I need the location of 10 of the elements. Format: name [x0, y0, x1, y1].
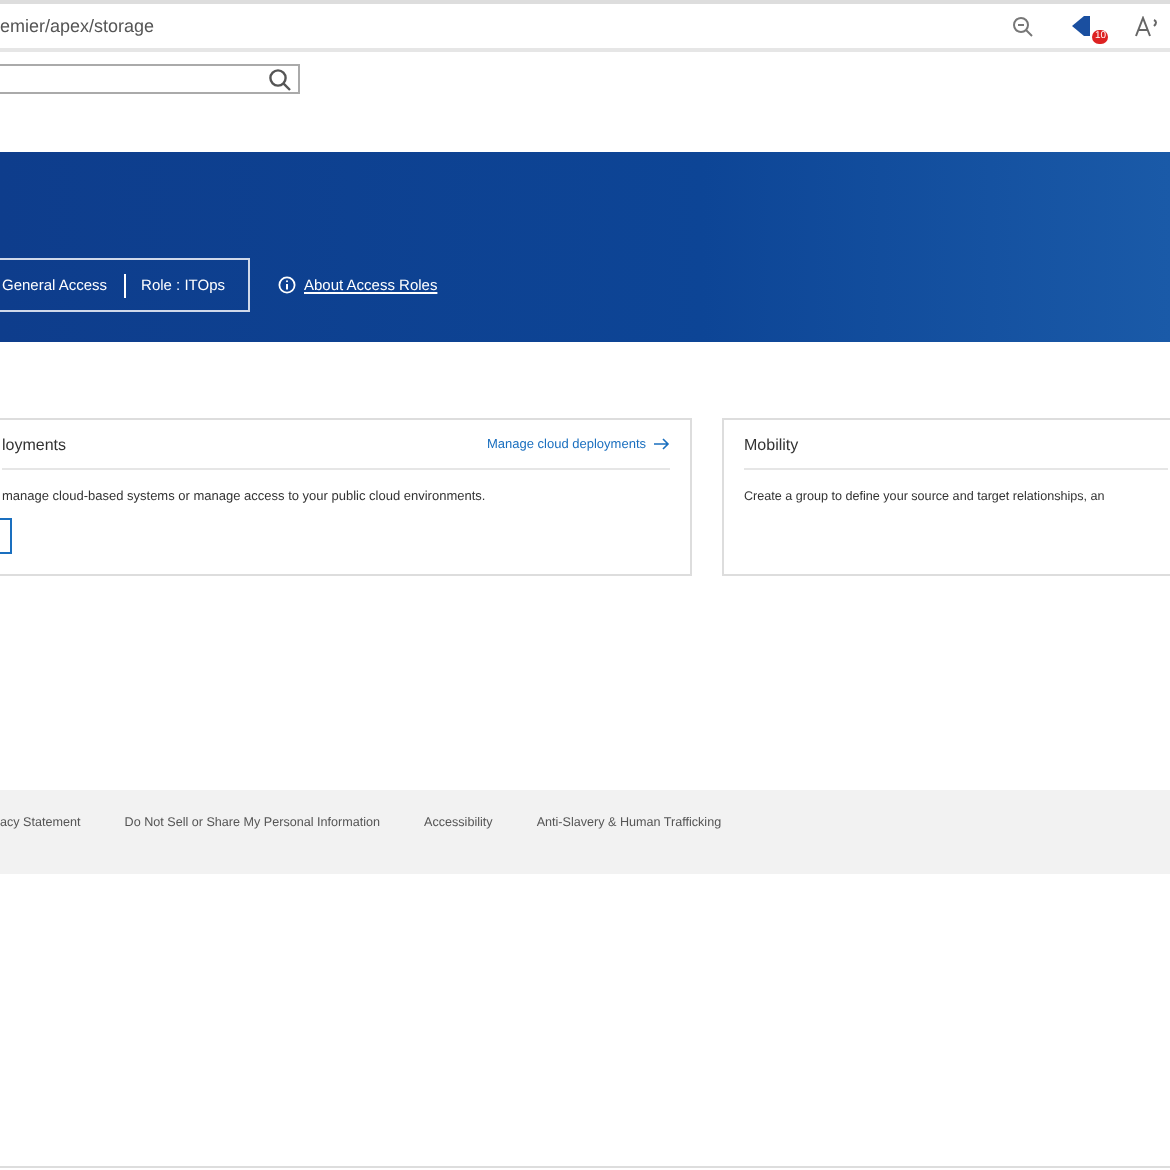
card-title: Mobility	[744, 435, 799, 453]
search-field[interactable]	[0, 64, 300, 94]
info-icon	[278, 276, 296, 294]
search-icon	[268, 67, 292, 91]
zoom-out-icon[interactable]	[1012, 15, 1034, 37]
address-url[interactable]: emier/apex/storage	[0, 16, 155, 36]
arrow-right-icon	[654, 438, 670, 450]
read-aloud-icon[interactable]	[1134, 15, 1162, 37]
card-title: loyments	[2, 435, 67, 453]
card-button[interactable]	[0, 518, 12, 554]
